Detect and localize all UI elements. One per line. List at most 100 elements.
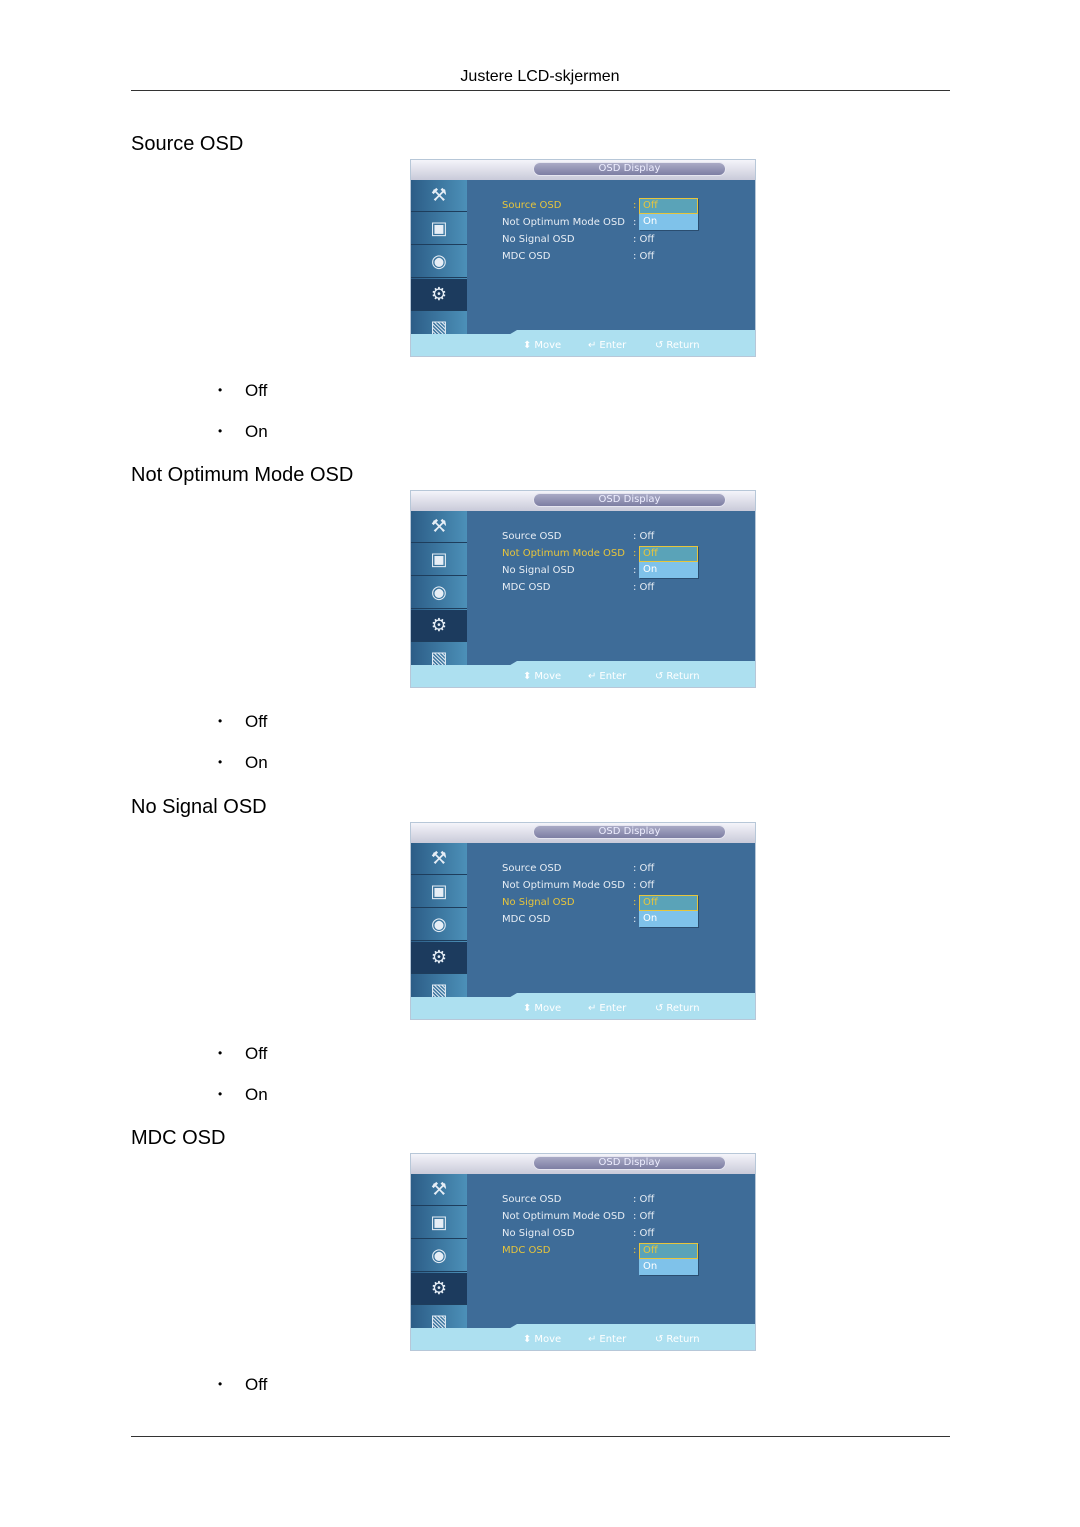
setup-gear-icon: ⚙ xyxy=(430,614,448,636)
osd-hint-label: Return xyxy=(666,1334,700,1345)
osd-screenshot: OSD Display ⚒ ▣ ◉ ⚙ ▧ Source OSD: Off Not Optim… xyxy=(410,822,756,1020)
picture-icon: ▣ xyxy=(430,217,448,239)
osd-hint-move: ⬍ Move xyxy=(523,1334,561,1345)
osd-sidebar-item[interactable]: ▣ xyxy=(411,876,467,908)
footer-divider xyxy=(131,1436,950,1437)
osd-sidebar-item[interactable]: ⚒ xyxy=(411,1174,467,1206)
osd-menu-item[interactable]: Not Optimum Mode OSD xyxy=(502,217,625,228)
osd-hint-move: ⬍ Move xyxy=(523,1003,561,1014)
enter-icon: ↵ xyxy=(588,1334,597,1345)
osd-menu-value: : Off xyxy=(633,1228,655,1239)
enter-icon: ↵ xyxy=(588,340,597,351)
osd-menu-value: : Off xyxy=(633,1194,655,1205)
osd-menu-item[interactable]: MDC OSD xyxy=(502,1245,550,1256)
osd-sidebar-item[interactable]: ◉ xyxy=(411,909,467,941)
osd-dropdown[interactable]: Off On xyxy=(639,1243,698,1275)
bullet-text: Off xyxy=(245,712,268,731)
osd-hint-label: Move xyxy=(534,1003,562,1014)
osd-value-colon: : xyxy=(633,200,637,211)
osd-title-bar: OSD Display xyxy=(411,160,755,180)
bullet-text: On xyxy=(245,422,268,441)
osd-sidebar-item[interactable]: ◉ xyxy=(411,246,467,278)
osd-menu-item[interactable]: Source OSD xyxy=(502,863,561,874)
move-arrows-icon: ⬍ xyxy=(523,340,532,351)
osd-menu-item[interactable]: MDC OSD xyxy=(502,251,550,262)
osd-dropdown-option[interactable]: On xyxy=(639,214,698,230)
bullet-text: Off xyxy=(245,381,268,400)
bullet-item: • On xyxy=(218,1085,268,1105)
osd-hint-bar xyxy=(411,665,755,687)
osd-title-bar: OSD Display xyxy=(411,1154,755,1174)
osd-menu-item[interactable]: No Signal OSD xyxy=(502,897,575,908)
osd-hint-enter: ↵ Enter xyxy=(588,340,626,351)
osd-dropdown-option[interactable]: On xyxy=(639,1259,698,1275)
osd-title-bar: OSD Display xyxy=(411,823,755,843)
osd-menu-item[interactable]: MDC OSD xyxy=(502,582,550,593)
bullet-text: Off xyxy=(245,1044,268,1063)
input-icon: ⚒ xyxy=(430,515,448,537)
osd-dropdown[interactable]: Off On xyxy=(639,895,698,927)
input-icon: ⚒ xyxy=(430,847,448,869)
return-icon: ↺ xyxy=(655,1334,664,1345)
osd-sidebar-item[interactable]: ◉ xyxy=(411,577,467,609)
osd-menu-item[interactable]: Not Optimum Mode OSD xyxy=(502,548,625,559)
osd-dropdown-option[interactable]: On xyxy=(639,562,698,578)
osd-dropdown-option[interactable]: Off xyxy=(639,546,698,562)
osd-menu-item[interactable]: No Signal OSD xyxy=(502,234,575,245)
osd-value-colon: : xyxy=(633,217,637,228)
osd-title-bar: OSD Display xyxy=(411,491,755,511)
return-icon: ↺ xyxy=(655,1003,664,1014)
move-arrows-icon: ⬍ xyxy=(523,1003,532,1014)
osd-menu-item[interactable]: MDC OSD xyxy=(502,914,550,925)
osd-dropdown-option[interactable]: Off xyxy=(639,895,698,911)
picture-icon: ▣ xyxy=(430,548,448,570)
osd-sidebar-item[interactable]: ▣ xyxy=(411,544,467,576)
osd-dropdown[interactable]: Off On xyxy=(639,546,698,578)
osd-menu-item[interactable]: Not Optimum Mode OSD xyxy=(502,880,625,891)
osd-menu-item[interactable]: No Signal OSD xyxy=(502,1228,575,1239)
bullet-dot-icon: • xyxy=(218,1046,223,1060)
osd-sidebar-item[interactable]: ⚙ xyxy=(411,942,467,974)
osd-hint-enter: ↵ Enter xyxy=(588,1334,626,1345)
osd-dropdown[interactable]: Off On xyxy=(639,198,698,230)
osd-hint-label: Return xyxy=(666,1003,700,1014)
setup-gear-icon: ⚙ xyxy=(430,946,448,968)
osd-menu-value: : Off xyxy=(633,531,655,542)
osd-dropdown-option[interactable]: Off xyxy=(639,1243,698,1259)
osd-sidebar-item[interactable]: ▣ xyxy=(411,213,467,245)
input-icon: ⚒ xyxy=(430,1178,448,1200)
osd-menu-item[interactable]: Not Optimum Mode OSD xyxy=(502,1211,625,1222)
section-heading: Source OSD xyxy=(131,133,244,155)
osd-sidebar-item[interactable]: ⚙ xyxy=(411,279,467,311)
osd-value-colon: : xyxy=(633,565,637,576)
osd-hint-label: Enter xyxy=(599,1003,627,1014)
osd-dropdown-option[interactable]: On xyxy=(639,911,698,927)
return-icon: ↺ xyxy=(655,671,664,682)
osd-sidebar-item[interactable]: ⚒ xyxy=(411,180,467,212)
osd-sidebar-item[interactable]: ▣ xyxy=(411,1207,467,1239)
enter-icon: ↵ xyxy=(588,1003,597,1014)
osd-hint-bar xyxy=(411,997,755,1019)
osd-menu-item[interactable]: Source OSD xyxy=(502,1194,561,1205)
osd-hint-label: Enter xyxy=(599,1334,627,1345)
osd-dropdown-option[interactable]: Off xyxy=(639,198,698,214)
osd-sidebar-item[interactable]: ⚙ xyxy=(411,1273,467,1305)
osd-menu-value: : Off xyxy=(633,251,655,262)
osd-sidebar-item[interactable]: ⚒ xyxy=(411,511,467,543)
sound-icon: ◉ xyxy=(431,913,447,935)
osd-value-colon: : xyxy=(633,548,637,559)
osd-hint-enter: ↵ Enter xyxy=(588,671,626,682)
osd-sidebar-item[interactable]: ⚙ xyxy=(411,610,467,642)
osd-menu-item[interactable]: Source OSD xyxy=(502,531,561,542)
bullet-item: • On xyxy=(218,422,268,442)
osd-hint-label: Move xyxy=(534,671,562,682)
osd-sidebar-item[interactable]: ◉ xyxy=(411,1240,467,1272)
osd-menu-value: : Off xyxy=(633,880,655,891)
picture-icon: ▣ xyxy=(430,880,448,902)
osd-menu-item[interactable]: No Signal OSD xyxy=(502,565,575,576)
osd-sidebar-item[interactable]: ⚒ xyxy=(411,843,467,875)
osd-menu-value: : Off xyxy=(633,1211,655,1222)
sound-icon: ◉ xyxy=(431,250,447,272)
osd-menu-item[interactable]: Source OSD xyxy=(502,200,561,211)
picture-icon: ▣ xyxy=(430,1211,448,1233)
